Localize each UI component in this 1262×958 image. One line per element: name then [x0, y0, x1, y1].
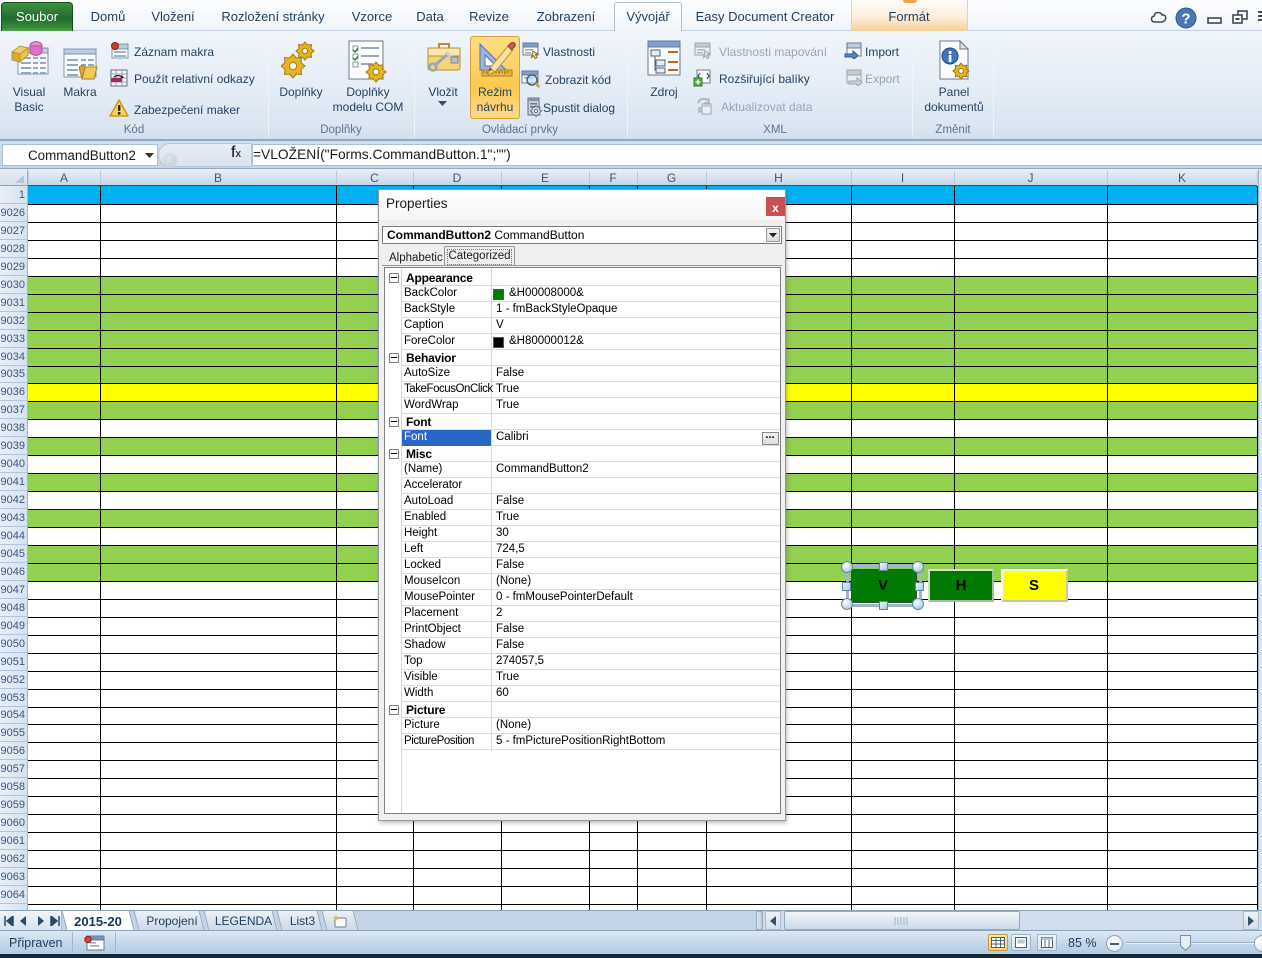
- svg-text:?: ?: [1181, 11, 1190, 28]
